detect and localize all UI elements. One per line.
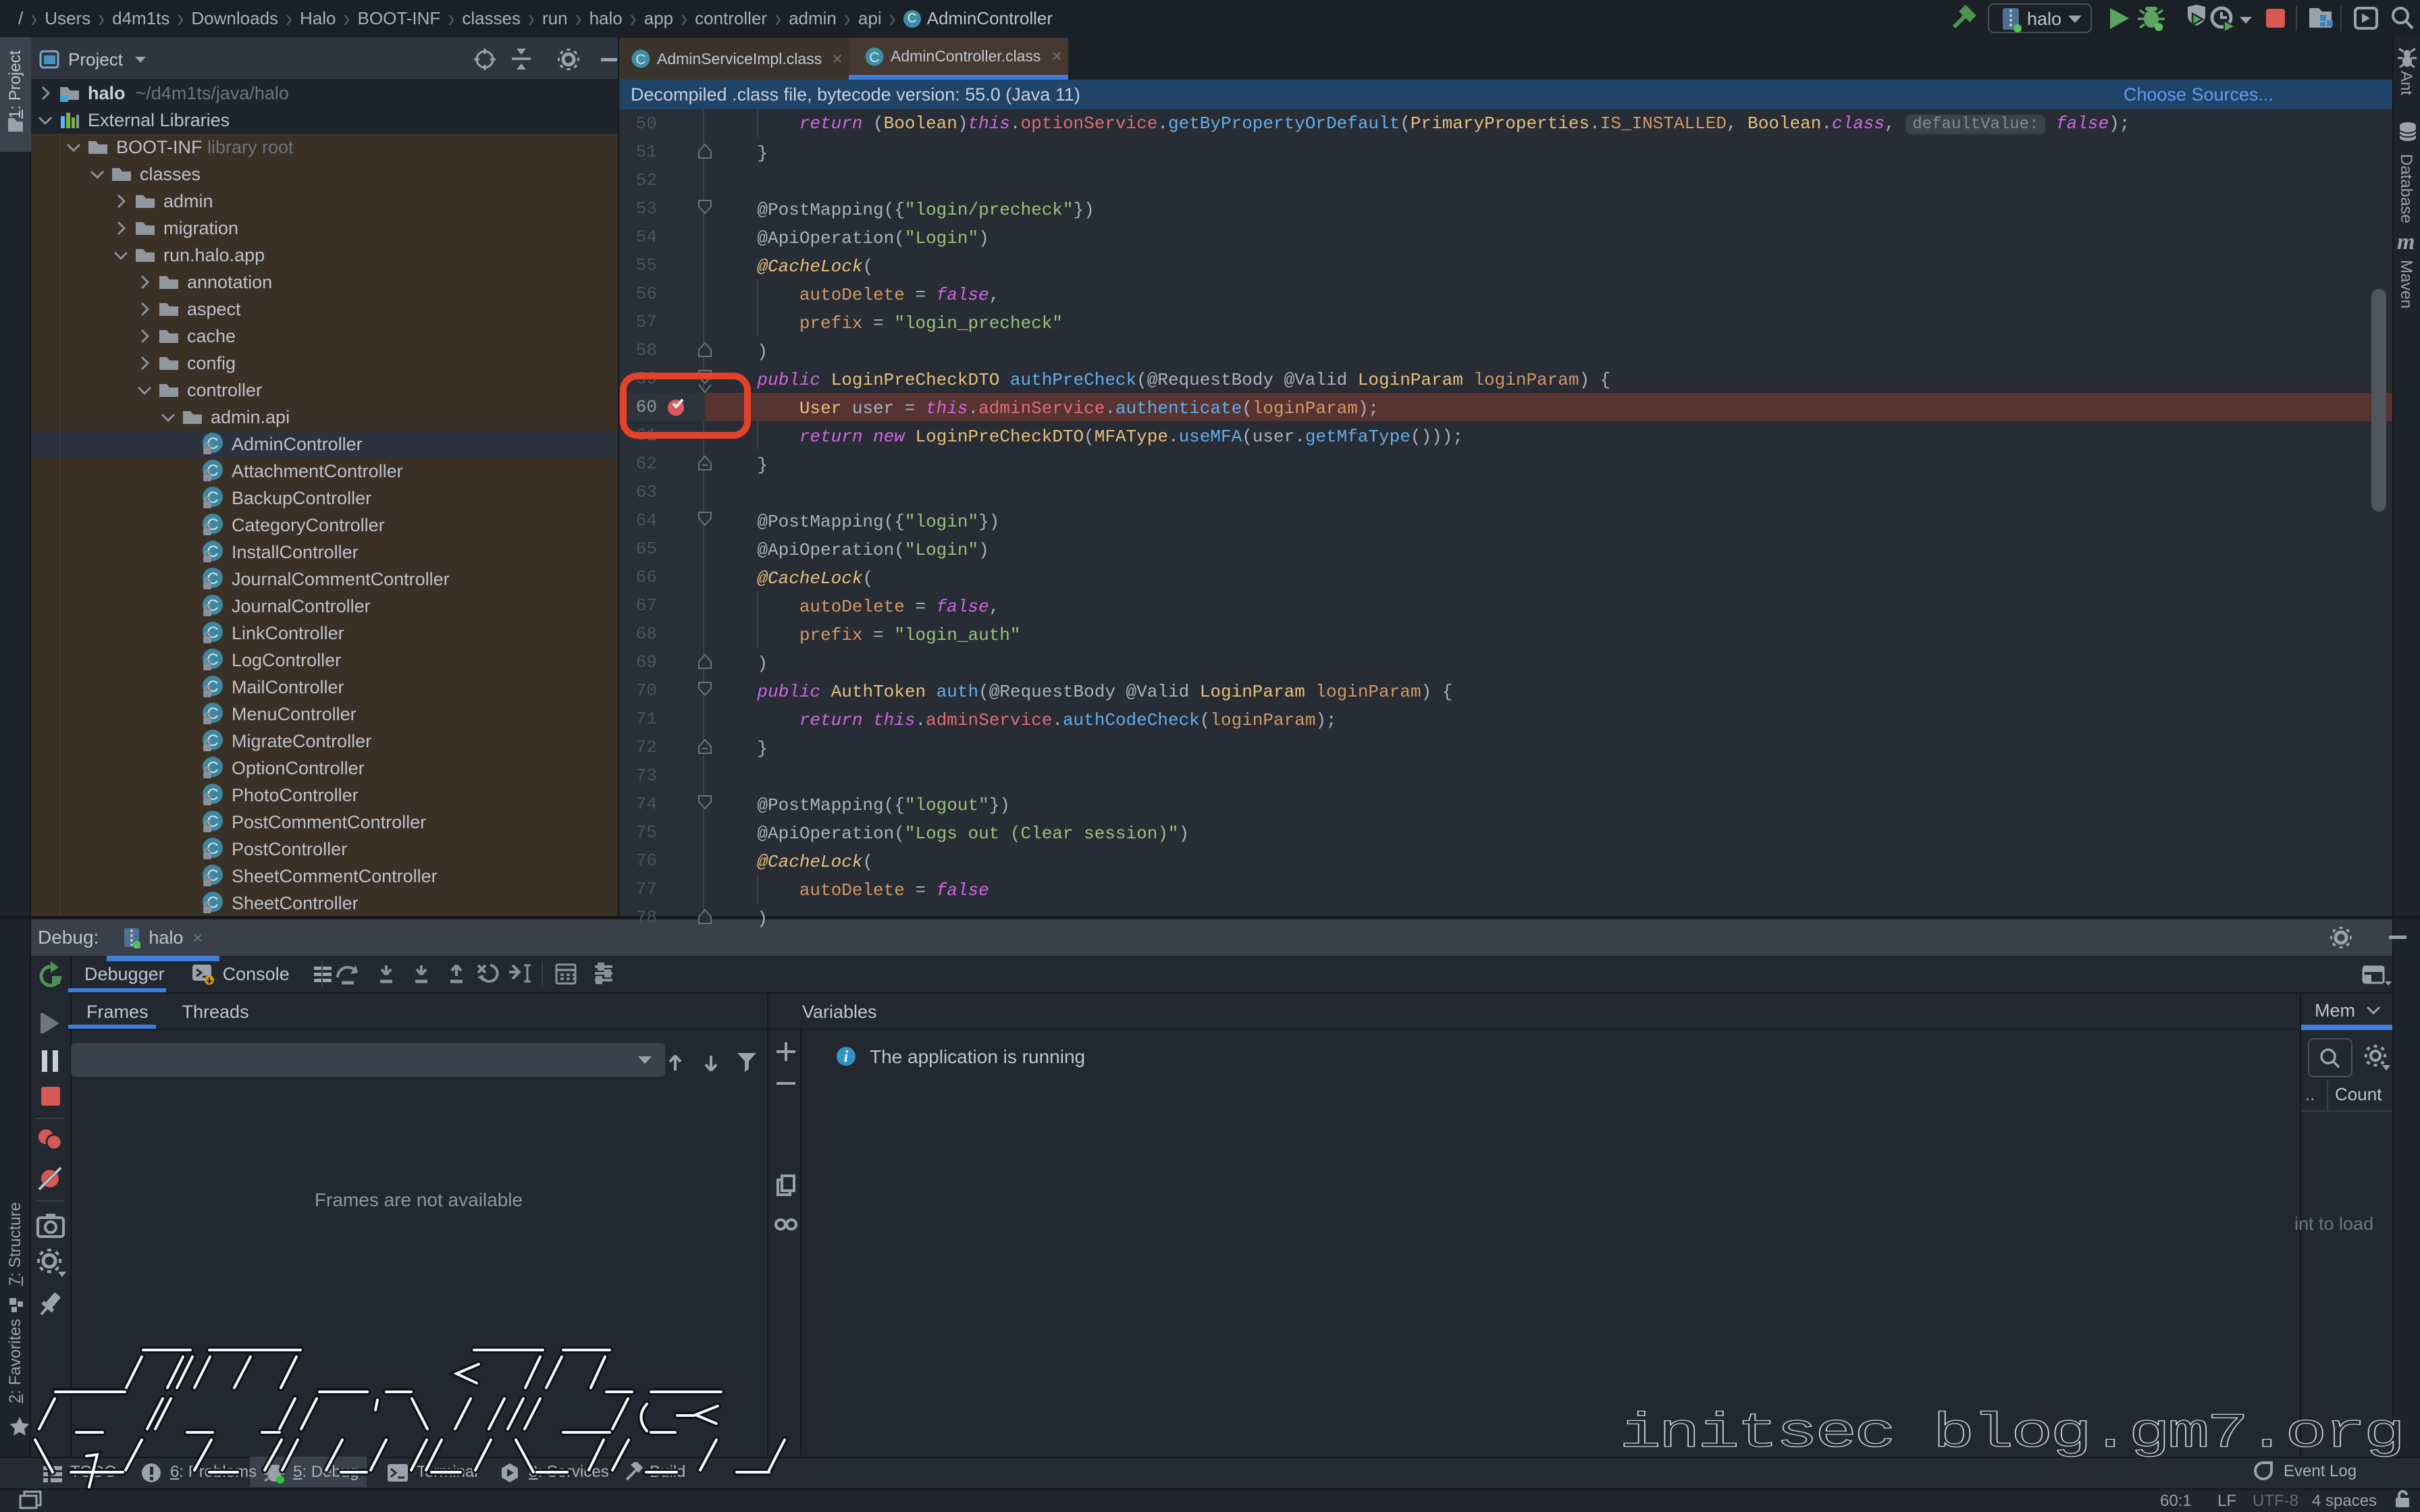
svg-text:halo: halo <box>2027 9 2061 29</box>
svg-text:i: i <box>844 1048 849 1066</box>
svg-text:C: C <box>869 50 879 65</box>
